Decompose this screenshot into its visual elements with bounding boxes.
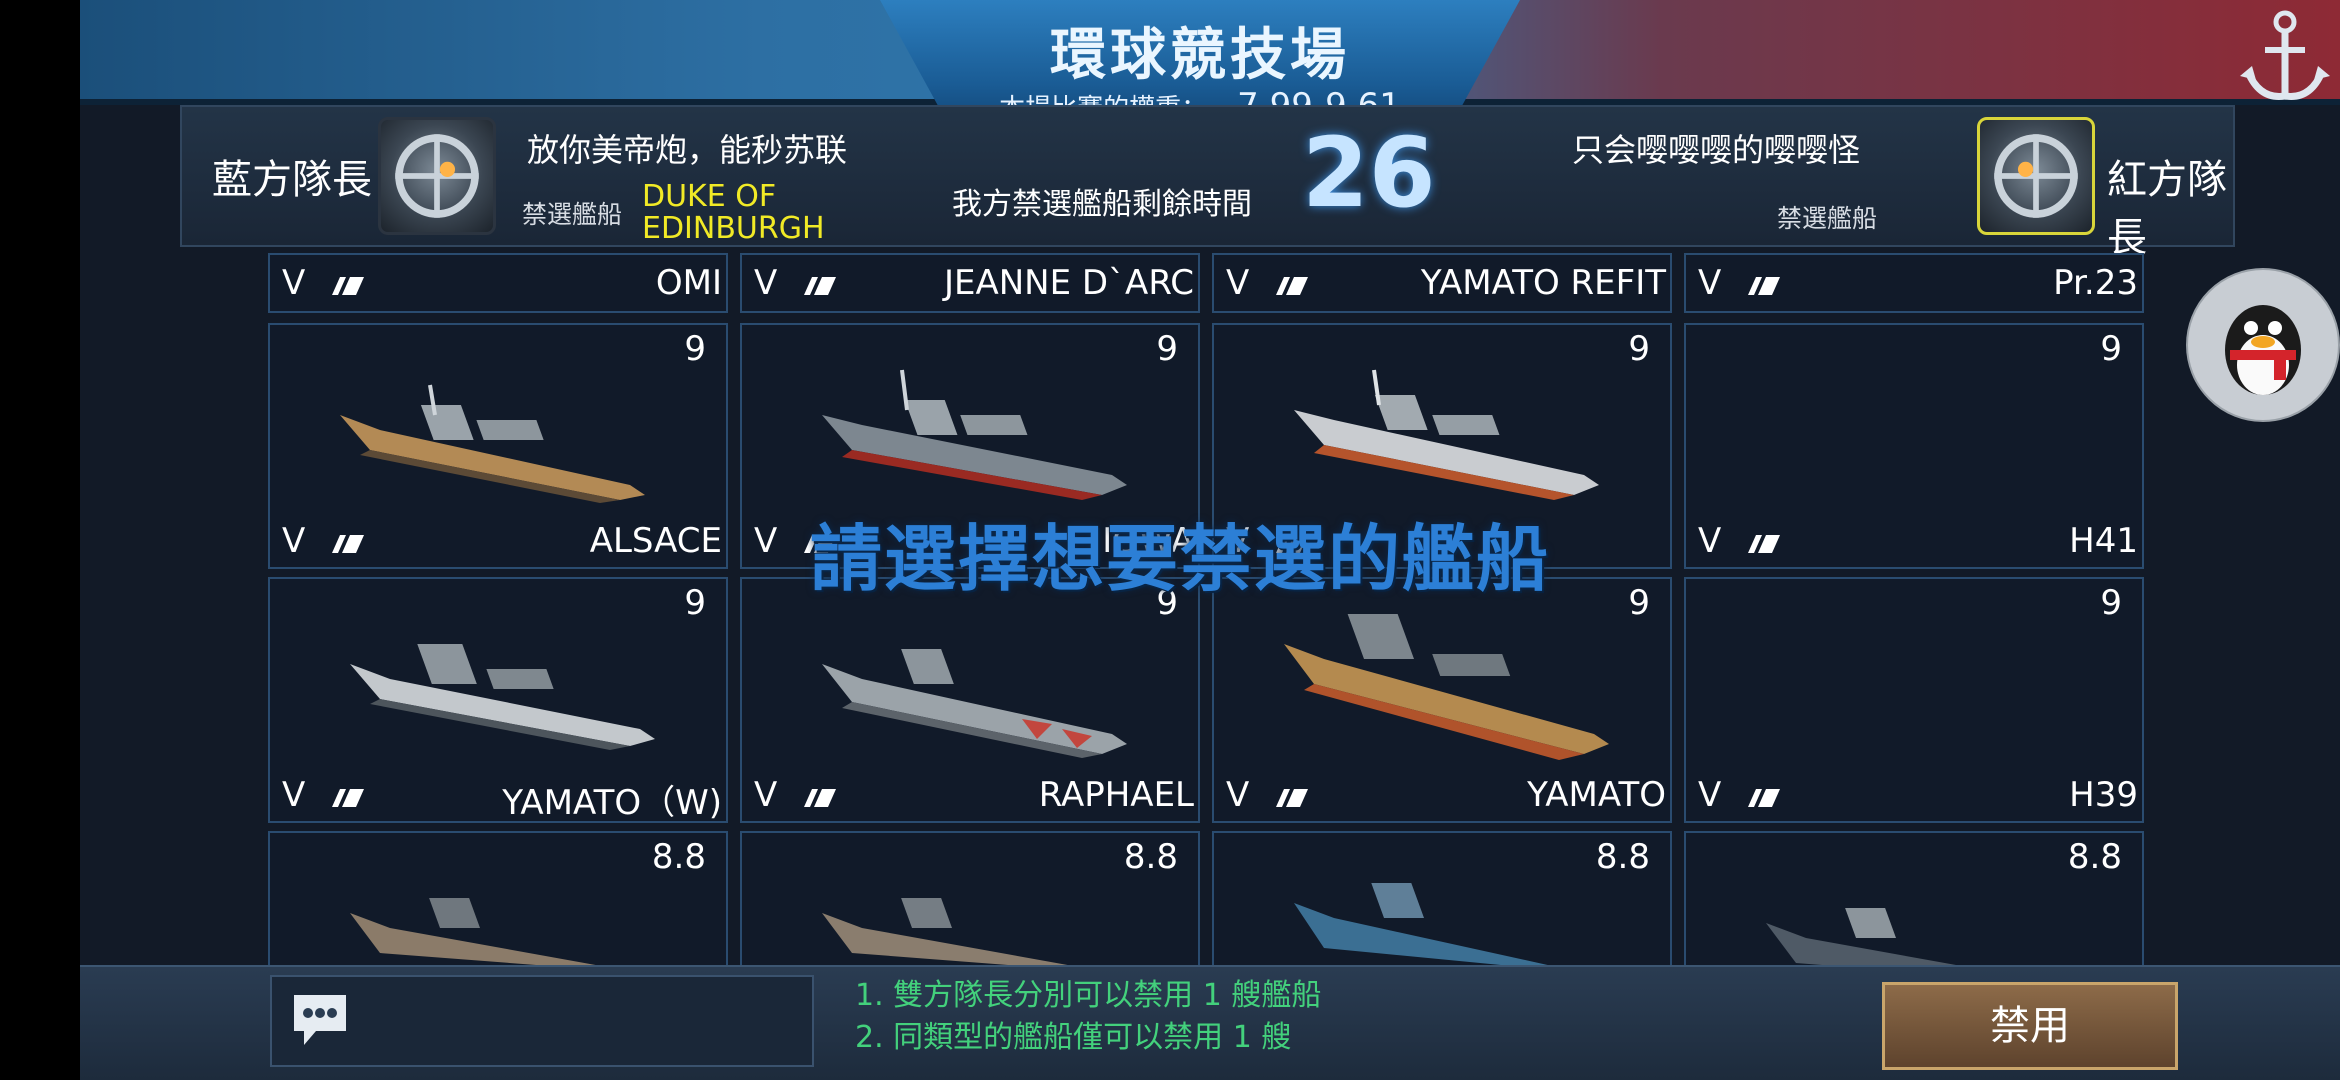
ship-class: V	[1698, 263, 1722, 303]
ship-name: H41	[2069, 521, 2138, 561]
ship-card[interactable]: 8.8	[740, 831, 1200, 965]
ship-image	[350, 898, 596, 965]
ship-tier: 9	[1156, 329, 1178, 369]
ship-card[interactable]: 9 V YAMATO（W)	[268, 577, 728, 823]
ship-image	[822, 649, 1127, 758]
red-ban-label: 禁選艦船	[1777, 204, 1878, 233]
tier-stripe-icon	[332, 535, 364, 553]
tier-stripe-icon	[332, 789, 364, 807]
rule-2: 2. 同類型的艦船僅可以禁用 1 艘	[855, 1020, 1292, 1055]
ship-card[interactable]: 9 V H41	[1684, 323, 2144, 569]
ship-image	[1294, 883, 1548, 965]
ship-name: H39	[2069, 775, 2138, 815]
ban-button[interactable]: 禁用	[1882, 982, 2178, 1070]
red-captain-label: 紅方隊長	[2107, 157, 2227, 261]
ship-grid: V OMI V JEANNE D`ARC V YAMATO REFIT V Pr…	[186, 253, 2156, 965]
ship-card[interactable]: V YAMATO REFIT	[1212, 253, 1672, 313]
red-captain-name: 只会嘤嘤嘤的嘤嘤怪	[1572, 131, 1861, 169]
ship-tier: 8.8	[1595, 837, 1650, 877]
ship-class: V	[282, 263, 306, 303]
ship-card[interactable]: 8.8	[1212, 831, 1672, 965]
ship-tier: 8.8	[2067, 837, 2122, 877]
tier-stripe-icon	[1748, 277, 1780, 295]
ship-tier: 8.8	[651, 837, 706, 877]
ship-card[interactable]: 9 V H39	[1684, 577, 2144, 823]
ship-class: V	[754, 775, 778, 815]
ship-card[interactable]: 9 V ALSACE	[268, 323, 728, 569]
ship-image	[822, 898, 1068, 965]
ship-tier: 9	[2100, 583, 2122, 623]
ship-card[interactable]: 8.8	[1684, 831, 2144, 965]
ban-rules: 1. 雙方隊長分別可以禁用 1 艘艦船 2. 同類型的艦船僅可以禁用 1 艘	[855, 975, 1321, 1059]
rule-1: 1. 雙方隊長分別可以禁用 1 艘艦船	[855, 978, 1322, 1013]
ship-card[interactable]: V OMI	[268, 253, 728, 313]
ship-card[interactable]: V Pr.23	[1684, 253, 2144, 313]
bottom-bar: 1. 雙方隊長分別可以禁用 1 艘艦船 2. 同類型的艦船僅可以禁用 1 艘 禁…	[80, 965, 2340, 1080]
blue-captain-name: 放你美帝炮，能秒苏联	[527, 131, 848, 169]
ship-tier: 9	[1628, 583, 1650, 623]
ban-prompt: 請選擇想要禁選的艦船	[810, 517, 1551, 601]
ship-name: YAMATO REFIT	[1420, 263, 1666, 303]
ship-class: V	[282, 521, 306, 561]
ship-image	[1294, 369, 1599, 500]
ship-image	[340, 384, 645, 503]
captain-emblem-icon[interactable]	[1977, 117, 2095, 235]
chat-icon[interactable]	[290, 991, 350, 1049]
ship-name: YAMATO	[1527, 775, 1666, 815]
countdown-timer: 26	[1302, 117, 1436, 229]
ship-image	[1284, 614, 1609, 760]
captain-emblem-icon[interactable]	[378, 117, 496, 235]
tier-stripe-icon	[1276, 277, 1308, 295]
ship-image	[350, 644, 655, 750]
captain-bar: 藍方隊長 放你美帝炮，能秒苏联 禁選艦船 DUKE OF EDINBURGH 我…	[180, 105, 2235, 261]
ship-tier: 9	[684, 583, 706, 623]
ship-class: V	[282, 775, 306, 815]
ship-name: OMI	[655, 263, 722, 303]
blue-banned-ship: DUKE OF EDINBURGH	[642, 179, 825, 246]
ship-name: JEANNE D`ARC	[943, 263, 1194, 303]
blue-captain-label: 藍方隊長	[212, 157, 372, 203]
tier-stripe-icon	[804, 277, 836, 295]
ship-class: V	[1698, 775, 1722, 815]
ship-class: V	[1698, 521, 1722, 561]
ship-card[interactable]: 9 V YAMATO	[1212, 577, 1672, 823]
ship-card[interactable]: V JEANNE D`ARC	[740, 253, 1200, 313]
ship-tier: 9	[684, 329, 706, 369]
anchor-icon[interactable]	[2230, 0, 2340, 110]
page-title: 環球競技場	[1050, 23, 1350, 88]
qq-penguin-icon[interactable]	[2186, 268, 2340, 422]
timer-label: 我方禁選艦船剩餘時間	[952, 187, 1252, 222]
tier-stripe-icon	[1748, 789, 1780, 807]
ship-card[interactable]: 9 V RAPHAEL	[740, 577, 1200, 823]
ship-card[interactable]: 8.8	[268, 831, 728, 965]
ship-class: V	[754, 263, 778, 303]
blue-ban-label: 禁選艦船	[522, 200, 623, 229]
ship-class: V	[754, 521, 778, 561]
chat-input[interactable]	[270, 975, 814, 1067]
game-screen: 環球競技場 本場比賽的權重：7.99-9.61 藍方隊長 放你美帝炮，能秒苏联 …	[80, 0, 2340, 1080]
ship-image	[1766, 908, 1956, 965]
tier-stripe-icon	[1748, 535, 1780, 553]
ship-class: V	[1226, 263, 1250, 303]
tier-stripe-icon	[332, 277, 364, 295]
ship-name: YAMATO（W)	[502, 783, 722, 823]
tier-stripe-icon	[1276, 789, 1308, 807]
ship-tier: 9	[1628, 329, 1650, 369]
ship-class: V	[1226, 775, 1250, 815]
ship-name: Pr.23	[2053, 263, 2138, 303]
ship-name: ALSACE	[589, 521, 722, 561]
ship-tier: 9	[2100, 329, 2122, 369]
ship-image	[822, 369, 1127, 500]
tier-stripe-icon	[804, 789, 836, 807]
ship-name: RAPHAEL	[1038, 775, 1194, 815]
ship-tier: 8.8	[1123, 837, 1178, 877]
